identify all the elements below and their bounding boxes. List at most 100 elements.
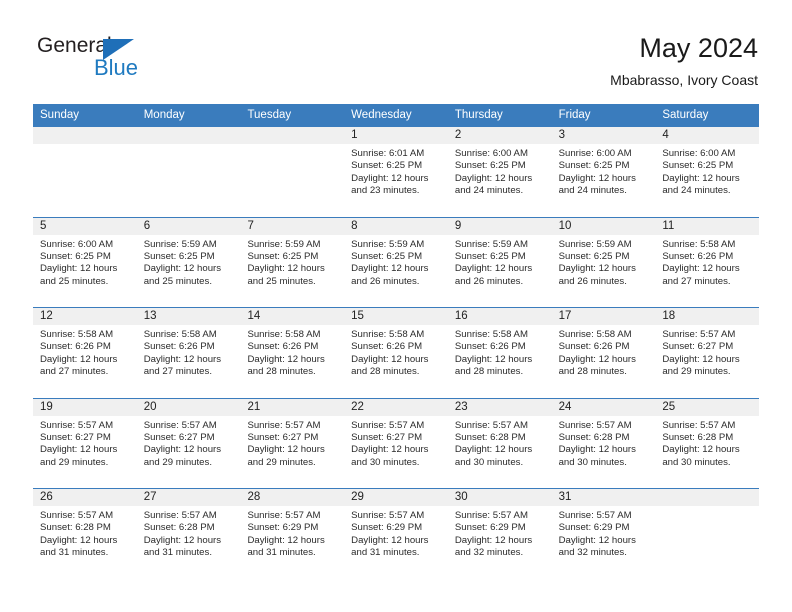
week-row: 1 Sunrise: 6:01 AM Sunset: 6:25 PM Dayli… (33, 126, 760, 217)
day-cell[interactable]: 21 Sunrise: 5:57 AM Sunset: 6:27 PM Dayl… (240, 398, 345, 489)
day-cell[interactable]: 20 Sunrise: 5:57 AM Sunset: 6:27 PM Dayl… (136, 398, 241, 489)
day-details (240, 144, 344, 148)
sunrise-text: Sunrise: 6:00 AM (454, 148, 528, 159)
daylight-text-line2: and 26 minutes. (351, 275, 420, 287)
day-cell[interactable]: 3 Sunrise: 6:00 AM Sunset: 6:25 PM Dayli… (551, 127, 656, 217)
day-cell[interactable]: 6 Sunrise: 5:59 AM Sunset: 6:25 PM Dayli… (136, 217, 241, 308)
sunrise-text: Sunrise: 5:57 AM (662, 329, 736, 340)
day-cell[interactable] (136, 127, 241, 217)
day-cell[interactable]: 7 Sunrise: 5:59 AM Sunset: 6:25 PM Dayli… (240, 217, 345, 308)
weekday-header-sunday: Sunday (40, 109, 80, 121)
day-cell[interactable]: 15 Sunrise: 5:58 AM Sunset: 6:26 PM Dayl… (344, 308, 448, 398)
day-cell[interactable]: 2 Sunrise: 6:00 AM Sunset: 6:25 PM Dayli… (447, 127, 552, 217)
daylight-text-line1: Daylight: 12 hours (247, 263, 325, 275)
day-number: 8 (344, 217, 448, 235)
day-number: 28 (240, 489, 345, 506)
day-cell[interactable]: 28 Sunrise: 5:57 AM Sunset: 6:29 PM Dayl… (240, 489, 345, 579)
day-details: Sunrise: 6:00 AM Sunset: 6:25 PM Dayligh… (448, 144, 552, 198)
day-details: Sunrise: 5:57 AM Sunset: 6:27 PM Dayligh… (655, 325, 759, 379)
daylight-text-line2: and 30 minutes. (351, 456, 420, 468)
day-number: 30 (447, 489, 552, 506)
day-details: Sunrise: 6:00 AM Sunset: 6:25 PM Dayligh… (655, 144, 759, 198)
sunrise-text: Sunrise: 5:58 AM (351, 329, 425, 340)
daylight-text-line2: and 26 minutes. (558, 275, 627, 287)
daylight-text-line1: Daylight: 12 hours (40, 353, 118, 365)
daylight-text-line1: Daylight: 12 hours (351, 353, 429, 365)
sunset-text: Sunset: 6:28 PM (40, 522, 111, 534)
sunset-text: Sunset: 6:27 PM (247, 431, 319, 443)
daylight-text-line1: Daylight: 12 hours (351, 172, 429, 184)
day-cell[interactable]: 22 Sunrise: 5:57 AM Sunset: 6:27 PM Dayl… (344, 398, 448, 489)
daylight-text-line1: Daylight: 12 hours (351, 534, 429, 546)
day-details: Sunrise: 5:57 AM Sunset: 6:27 PM Dayligh… (33, 416, 137, 470)
sunset-text: Sunset: 6:25 PM (454, 250, 526, 262)
daylight-text-line2: and 28 minutes. (558, 366, 627, 378)
day-details (137, 144, 241, 148)
daylight-text-line1: Daylight: 12 hours (351, 263, 429, 275)
day-cell[interactable]: 9 Sunrise: 5:59 AM Sunset: 6:25 PM Dayli… (447, 217, 552, 308)
sunset-text: Sunset: 6:29 PM (558, 522, 630, 534)
daylight-text-line1: Daylight: 12 hours (143, 444, 222, 456)
day-cell[interactable]: 16 Sunrise: 5:58 AM Sunset: 6:26 PM Dayl… (447, 308, 552, 398)
day-cell[interactable]: 18 Sunrise: 5:57 AM Sunset: 6:27 PM Dayl… (655, 308, 760, 398)
daylight-text-line2: and 28 minutes. (247, 366, 316, 378)
day-number (136, 127, 241, 144)
sunset-text: Sunset: 6:28 PM (143, 522, 215, 534)
day-details: Sunrise: 5:59 AM Sunset: 6:25 PM Dayligh… (240, 235, 344, 289)
sunrise-text: Sunrise: 5:57 AM (558, 419, 632, 431)
daylight-text-line2: and 28 minutes. (351, 366, 420, 378)
sunrise-text: Sunrise: 6:01 AM (351, 148, 425, 159)
day-cell[interactable]: 29 Sunrise: 5:57 AM Sunset: 6:29 PM Dayl… (344, 489, 448, 579)
calendar-page: General Blue May 2024 Mbabrasso, Ivory C… (0, 0, 792, 612)
day-cell[interactable]: 31 Sunrise: 5:57 AM Sunset: 6:29 PM Dayl… (551, 489, 656, 579)
day-cell[interactable]: 27 Sunrise: 5:57 AM Sunset: 6:28 PM Dayl… (136, 489, 241, 579)
day-number: 29 (344, 489, 448, 506)
sunset-text: Sunset: 6:28 PM (454, 431, 526, 443)
daylight-text-line1: Daylight: 12 hours (143, 263, 222, 275)
day-cell[interactable]: 25 Sunrise: 5:57 AM Sunset: 6:28 PM Dayl… (655, 398, 760, 489)
day-number (655, 489, 760, 506)
day-cell[interactable]: 14 Sunrise: 5:58 AM Sunset: 6:26 PM Dayl… (240, 308, 345, 398)
day-cell[interactable]: 24 Sunrise: 5:57 AM Sunset: 6:28 PM Dayl… (551, 398, 656, 489)
day-cell[interactable]: 13 Sunrise: 5:58 AM Sunset: 6:26 PM Dayl… (136, 308, 241, 398)
sunset-text: Sunset: 6:25 PM (351, 160, 423, 172)
day-cell[interactable] (240, 127, 345, 217)
daylight-text-line1: Daylight: 12 hours (454, 263, 533, 275)
day-cell[interactable]: 23 Sunrise: 5:57 AM Sunset: 6:28 PM Dayl… (447, 398, 552, 489)
day-cell[interactable]: 19 Sunrise: 5:57 AM Sunset: 6:27 PM Dayl… (33, 398, 137, 489)
day-details: Sunrise: 5:57 AM Sunset: 6:28 PM Dayligh… (552, 416, 656, 470)
day-details: Sunrise: 6:01 AM Sunset: 6:25 PM Dayligh… (344, 144, 448, 198)
day-cell[interactable]: 10 Sunrise: 5:59 AM Sunset: 6:25 PM Dayl… (551, 217, 656, 308)
day-details: Sunrise: 5:59 AM Sunset: 6:25 PM Dayligh… (344, 235, 448, 289)
daylight-text-line2: and 25 minutes. (143, 275, 212, 287)
sunset-text: Sunset: 6:26 PM (662, 250, 734, 262)
sunset-text: Sunset: 6:25 PM (351, 250, 423, 262)
sunset-text: Sunset: 6:25 PM (247, 250, 319, 262)
daylight-text-line1: Daylight: 12 hours (40, 444, 118, 456)
day-number: 19 (33, 398, 137, 416)
day-cell[interactable]: 1 Sunrise: 6:01 AM Sunset: 6:25 PM Dayli… (344, 127, 448, 217)
day-number: 7 (240, 217, 345, 235)
day-details: Sunrise: 5:58 AM Sunset: 6:26 PM Dayligh… (655, 235, 759, 289)
day-cell[interactable]: 17 Sunrise: 5:58 AM Sunset: 6:26 PM Dayl… (551, 308, 656, 398)
day-cell[interactable]: 26 Sunrise: 5:57 AM Sunset: 6:28 PM Dayl… (33, 489, 137, 579)
day-cell[interactable] (655, 489, 760, 579)
day-details (33, 144, 137, 148)
sunset-text: Sunset: 6:26 PM (558, 341, 630, 353)
sunrise-text: Sunrise: 5:59 AM (143, 238, 217, 250)
daylight-text-line2: and 29 minutes. (662, 366, 731, 378)
day-cell[interactable]: 11 Sunrise: 5:58 AM Sunset: 6:26 PM Dayl… (655, 217, 760, 308)
generalblue-logo[interactable]: General Blue (33, 34, 233, 86)
sunset-text: Sunset: 6:25 PM (558, 250, 630, 262)
day-cell[interactable]: 30 Sunrise: 5:57 AM Sunset: 6:29 PM Dayl… (447, 489, 552, 579)
day-cell[interactable]: 5 Sunrise: 6:00 AM Sunset: 6:25 PM Dayli… (33, 217, 137, 308)
daylight-text-line1: Daylight: 12 hours (143, 534, 222, 546)
day-cell[interactable]: 4 Sunrise: 6:00 AM Sunset: 6:25 PM Dayli… (655, 127, 760, 217)
day-cell[interactable] (33, 127, 137, 217)
day-cell[interactable]: 12 Sunrise: 5:58 AM Sunset: 6:26 PM Dayl… (33, 308, 137, 398)
sunset-text: Sunset: 6:25 PM (454, 160, 526, 172)
daylight-text-line2: and 32 minutes. (558, 547, 627, 559)
daylight-text-line1: Daylight: 12 hours (143, 353, 222, 365)
daylight-text-line2: and 27 minutes. (40, 366, 109, 378)
day-cell[interactable]: 8 Sunrise: 5:59 AM Sunset: 6:25 PM Dayli… (344, 217, 448, 308)
